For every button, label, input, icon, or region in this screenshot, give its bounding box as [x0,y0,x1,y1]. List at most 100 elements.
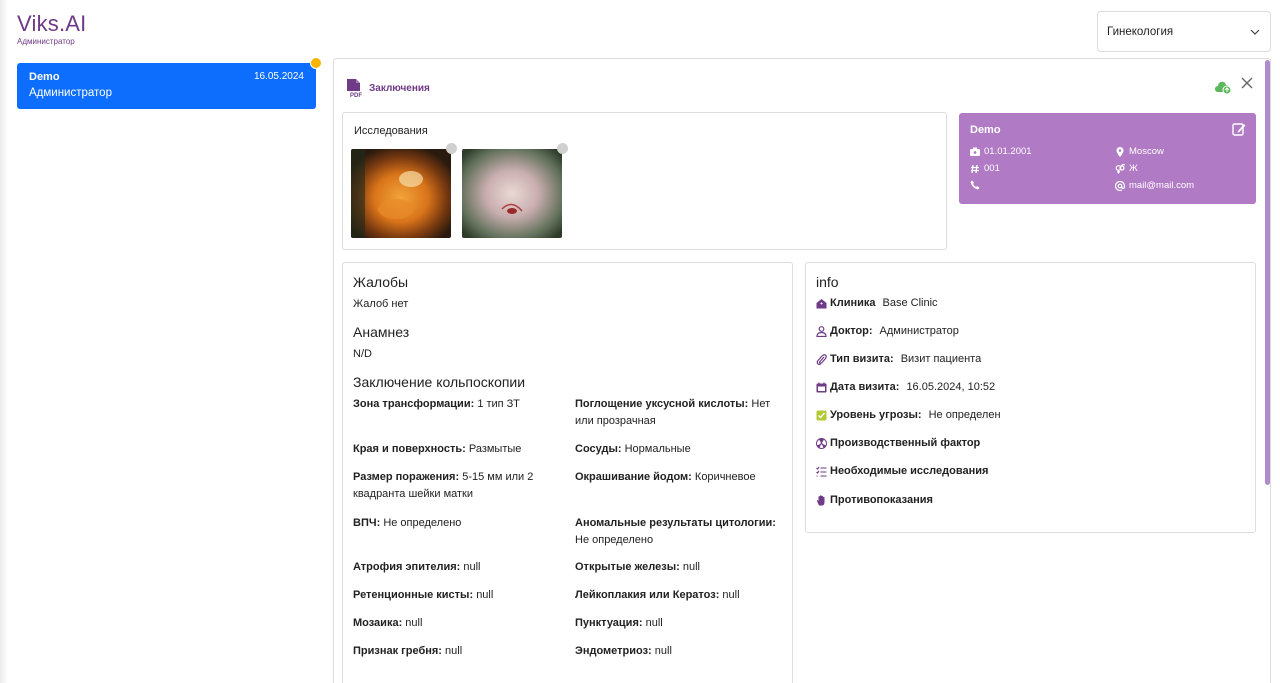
study-thumbnail[interactable] [351,149,451,238]
user-role: Администратор [17,37,75,46]
number-row: 001 [970,163,1000,174]
field-label: Края и поверхность: [353,443,466,455]
colposcopy-field: Поглощение уксусной кислоты: Нет или про… [575,396,785,430]
info-row-required-studies[interactable]: Необходимые исследования [816,465,992,477]
field-value: 1 тип ЗТ [477,398,520,410]
field-label: ВПЧ: [353,517,381,529]
study-thumbnail[interactable] [462,149,562,238]
map-marker-icon [1116,146,1124,157]
info-value: Base Clinic [882,297,938,309]
select-dot[interactable] [446,143,457,154]
field-label: Окрашивание йодом: [575,471,692,483]
field-label: Зона трансформации: [353,398,475,410]
field-value: Размытые [468,443,522,455]
pdf-reports-button[interactable]: PDF Заключения [346,79,430,98]
colposcopy-image-1 [351,149,451,238]
info-row-visit-type: Тип визита: Визит пациента [816,353,981,365]
patient-gender: Ж [1129,163,1138,174]
info-label: Уровень угрозы: [830,409,922,421]
colposcopy-field: Окрашивание йодом: Коричневое [575,469,785,486]
paperclip-icon [816,353,827,365]
pdf-icon: PDF [347,79,362,98]
studies-title: Исследования [354,125,428,137]
colposcopy-field: Размер поражения: 5-15 мм или 2 квадрант… [353,469,563,503]
colposcopy-field: Открытые железы: null [575,559,785,576]
studies-panel: Исследования [342,112,947,250]
info-value: Визит пациента [900,353,982,365]
field-value: null [405,617,423,629]
gender-row: Ж [1115,163,1138,174]
colposcopy-field: ВПЧ: Не определено [353,515,563,532]
email-row: mail@mail.com [1115,180,1194,191]
list-check-icon [816,466,827,477]
info-value: Не определен [928,409,1001,421]
info-row-clinic: Клиника Base Clinic [816,297,938,309]
info-label: Клиника [830,297,876,309]
info-label: Необходимые исследования [830,465,989,477]
doctor-icon [816,325,827,337]
colposcopy-field: Аномальные результаты цитологии: Не опре… [575,515,785,549]
info-row-visit-date: Дата визита: 16.05.2024, 10:52 [816,381,995,393]
pdf-reports-label: Заключения [369,83,430,94]
colposcopy-title: Заключение кольпоскопии [353,374,526,390]
at-icon [1115,180,1125,191]
patient-info-card: Demo 01.01.2001 001 Moscow Ж mail@mail.c… [959,113,1256,204]
logo: Viks.AI Администратор [17,11,87,47]
info-row-doctor: Доктор: Администратор [816,325,959,337]
brand-name: Viks.AI [17,11,87,36]
field-label: Поглощение уксусной кислоты: [575,398,749,410]
info-row-threat: Уровень угрозы: Не определен [816,409,1001,421]
field-value: null [476,589,494,601]
svg-text:PDF: PDF [350,93,362,98]
field-value: null [682,561,700,573]
calendar-icon [816,382,827,392]
close-icon[interactable] [1240,76,1254,90]
colposcopy-field: Зона трансформации: 1 тип ЗТ [353,396,563,413]
colposcopy-field: Сосуды: Нормальные [575,441,785,458]
info-label: Противопоказания [830,494,933,506]
info-label: Дата визита: [830,381,900,393]
field-label: Пунктуация: [575,617,643,629]
hand-icon [816,494,825,505]
info-label: Производственный фактор [830,437,981,449]
patient-card-name: Demo [970,124,1001,136]
chevron-down-icon [1250,29,1260,35]
patient-date: 16.05.2024 [253,71,304,82]
field-value: null [445,645,463,657]
patient-list-item[interactable]: Demo 16.05.2024 Администратор [17,57,322,109]
field-value: Коричневое [694,471,756,483]
colposcopy-field: Пунктуация: null [575,615,785,632]
cloud-upload-icon[interactable] [1213,77,1233,95]
colposcopy-field: Мозаика: null [353,615,563,632]
anamnesis-title: Анамнез [353,324,410,340]
field-label: Лейкоплакия или Кератоз: [575,589,720,601]
field-value: null [645,617,663,629]
colposcopy-field: Атрофия эпителия: null [353,559,563,576]
id-card-icon [970,147,980,156]
select-dot[interactable] [557,143,568,154]
field-label: Открытые железы: [575,561,680,573]
field-label: Признак гребня: [353,645,442,657]
edit-icon[interactable] [1232,122,1246,136]
scrollbar[interactable] [1265,60,1270,485]
complaints-text: Жалоб нет [353,298,409,310]
field-label: Эндометриоз: [575,645,652,657]
specialty-select-value: Гинекология [1107,25,1174,38]
patient-number: 001 [984,163,1000,174]
specialty-select[interactable]: Гинекология [1097,11,1271,52]
colposcopy-field: Лейкоплакия или Кератоз: null [575,587,785,604]
colposcopy-field: Ретенционные кисты: null [353,587,563,604]
field-value: null [654,645,672,657]
info-row-production-factor[interactable]: Производственный фактор [816,437,984,449]
info-title: info [816,274,839,290]
info-value: 16.05.2024, 10:52 [906,381,996,393]
field-label: Ретенционные кисты: [353,589,474,601]
notification-dot [310,57,322,69]
field-value: null [722,589,740,601]
radiation-icon [816,437,827,449]
phone-row [970,180,984,190]
birth-date-row: 01.01.2001 [970,146,1032,157]
field-label: Мозаика: [353,617,403,629]
patient-role: Администратор [29,87,112,99]
info-row-contraindications[interactable]: Противопоказания [816,494,937,506]
